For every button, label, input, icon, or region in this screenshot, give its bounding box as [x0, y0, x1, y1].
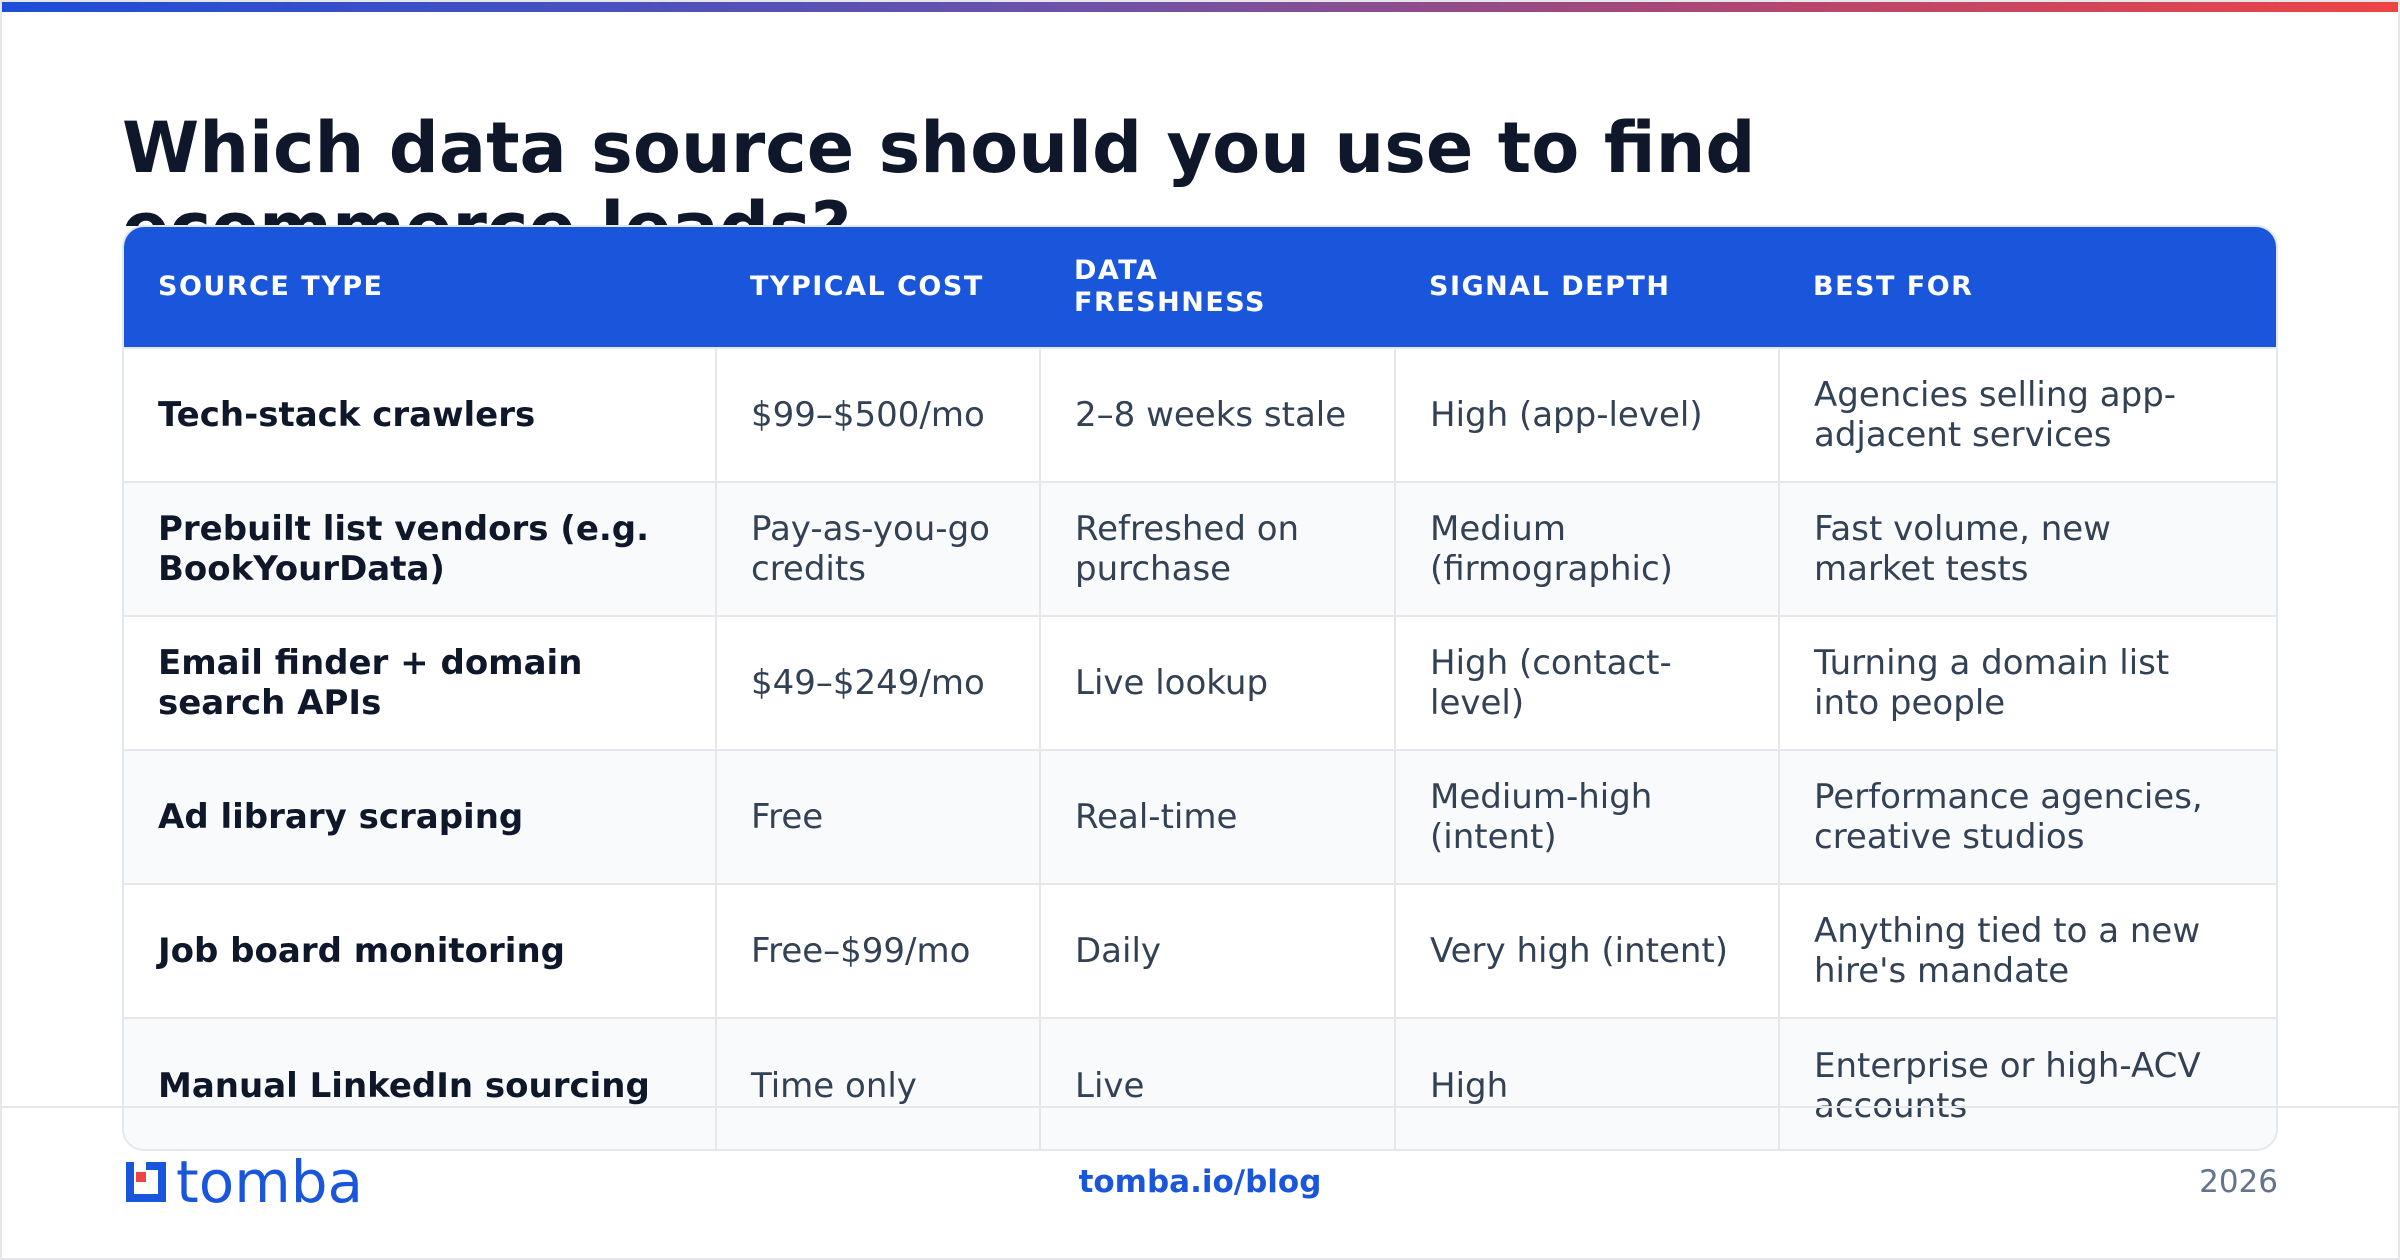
cell-typical-cost: Free–$99/mo	[715, 883, 1040, 1018]
cell-data-freshness: Refreshed on purchase	[1039, 481, 1395, 616]
cell-data-freshness: Real-time	[1039, 749, 1395, 884]
footer-divider	[0, 1106, 2400, 1108]
header-best-for: Best for	[1779, 227, 2276, 348]
cell-source-type: Tech-stack crawlers	[124, 347, 716, 482]
table-row: Prebuilt list vendors (e.g. BookYourData…	[124, 481, 2276, 616]
top-accent-bar	[0, 0, 2400, 12]
footer-year: 2026	[2199, 1164, 2278, 1200]
header-data-freshness: Data freshness	[1040, 227, 1395, 348]
data-source-comparison-table: Source type Typical cost Data freshness …	[124, 227, 2276, 1149]
cell-best-for: Turning a domain list into people	[1778, 615, 2276, 750]
comparison-table-card: Source type Typical cost Data freshness …	[122, 225, 2278, 1151]
cell-typical-cost: $49–$249/mo	[715, 615, 1040, 750]
slide-title: Which data source should you use to find…	[122, 108, 1756, 226]
cell-source-type: Manual LinkedIn sourcing	[124, 1017, 716, 1149]
table-row: Job board monitoring Free–$99/mo Daily V…	[124, 883, 2276, 1018]
cell-signal-depth: High (app-level)	[1394, 347, 1779, 482]
cell-best-for: Fast volume, new market tests	[1778, 481, 2276, 616]
cell-typical-cost: Free	[715, 749, 1040, 884]
cell-best-for: Enterprise or high-ACV accounts	[1778, 1017, 2276, 1149]
cell-data-freshness: Live	[1039, 1017, 1395, 1149]
cell-source-type: Email finder + domain search APIs	[124, 615, 716, 750]
cell-signal-depth: High (contact-level)	[1394, 615, 1779, 750]
cell-best-for: Anything tied to a new hire's mandate	[1778, 883, 2276, 1018]
header-signal-depth: Signal depth	[1395, 227, 1779, 348]
cell-signal-depth: High	[1394, 1017, 1779, 1149]
footer-blog-link[interactable]: tomba.io/blog	[0, 1162, 2400, 1202]
table-header-row: Source type Typical cost Data freshness …	[124, 227, 2276, 348]
cell-data-freshness: 2–8 weeks stale	[1039, 347, 1395, 482]
cell-best-for: Performance agencies, creative studios	[1778, 749, 2276, 884]
table-row: Manual LinkedIn sourcing Time only Live …	[124, 1017, 2276, 1149]
cell-signal-depth: Medium-high (intent)	[1394, 749, 1779, 884]
cell-data-freshness: Live lookup	[1039, 615, 1395, 750]
cell-data-freshness: Daily	[1039, 883, 1395, 1018]
table-row: Tech-stack crawlers $99–$500/mo 2–8 week…	[124, 347, 2276, 482]
cell-source-type: Prebuilt list vendors (e.g. BookYourData…	[124, 481, 716, 616]
cell-typical-cost: Time only	[715, 1017, 1040, 1149]
table-row: Ad library scraping Free Real-time Mediu…	[124, 749, 2276, 884]
cell-typical-cost: Pay-as-you-go credits	[715, 481, 1040, 616]
cell-best-for: Agencies selling app-adjacent services	[1778, 347, 2276, 482]
cell-signal-depth: Very high (intent)	[1394, 883, 1779, 1018]
header-typical-cost: Typical cost	[716, 227, 1040, 348]
table-row: Email finder + domain search APIs $49–$2…	[124, 615, 2276, 750]
cell-source-type: Ad library scraping	[124, 749, 716, 884]
header-source-type: Source type	[124, 227, 716, 348]
cell-typical-cost: $99–$500/mo	[715, 347, 1040, 482]
cell-source-type: Job board monitoring	[124, 883, 716, 1018]
cell-signal-depth: Medium (firmographic)	[1394, 481, 1779, 616]
